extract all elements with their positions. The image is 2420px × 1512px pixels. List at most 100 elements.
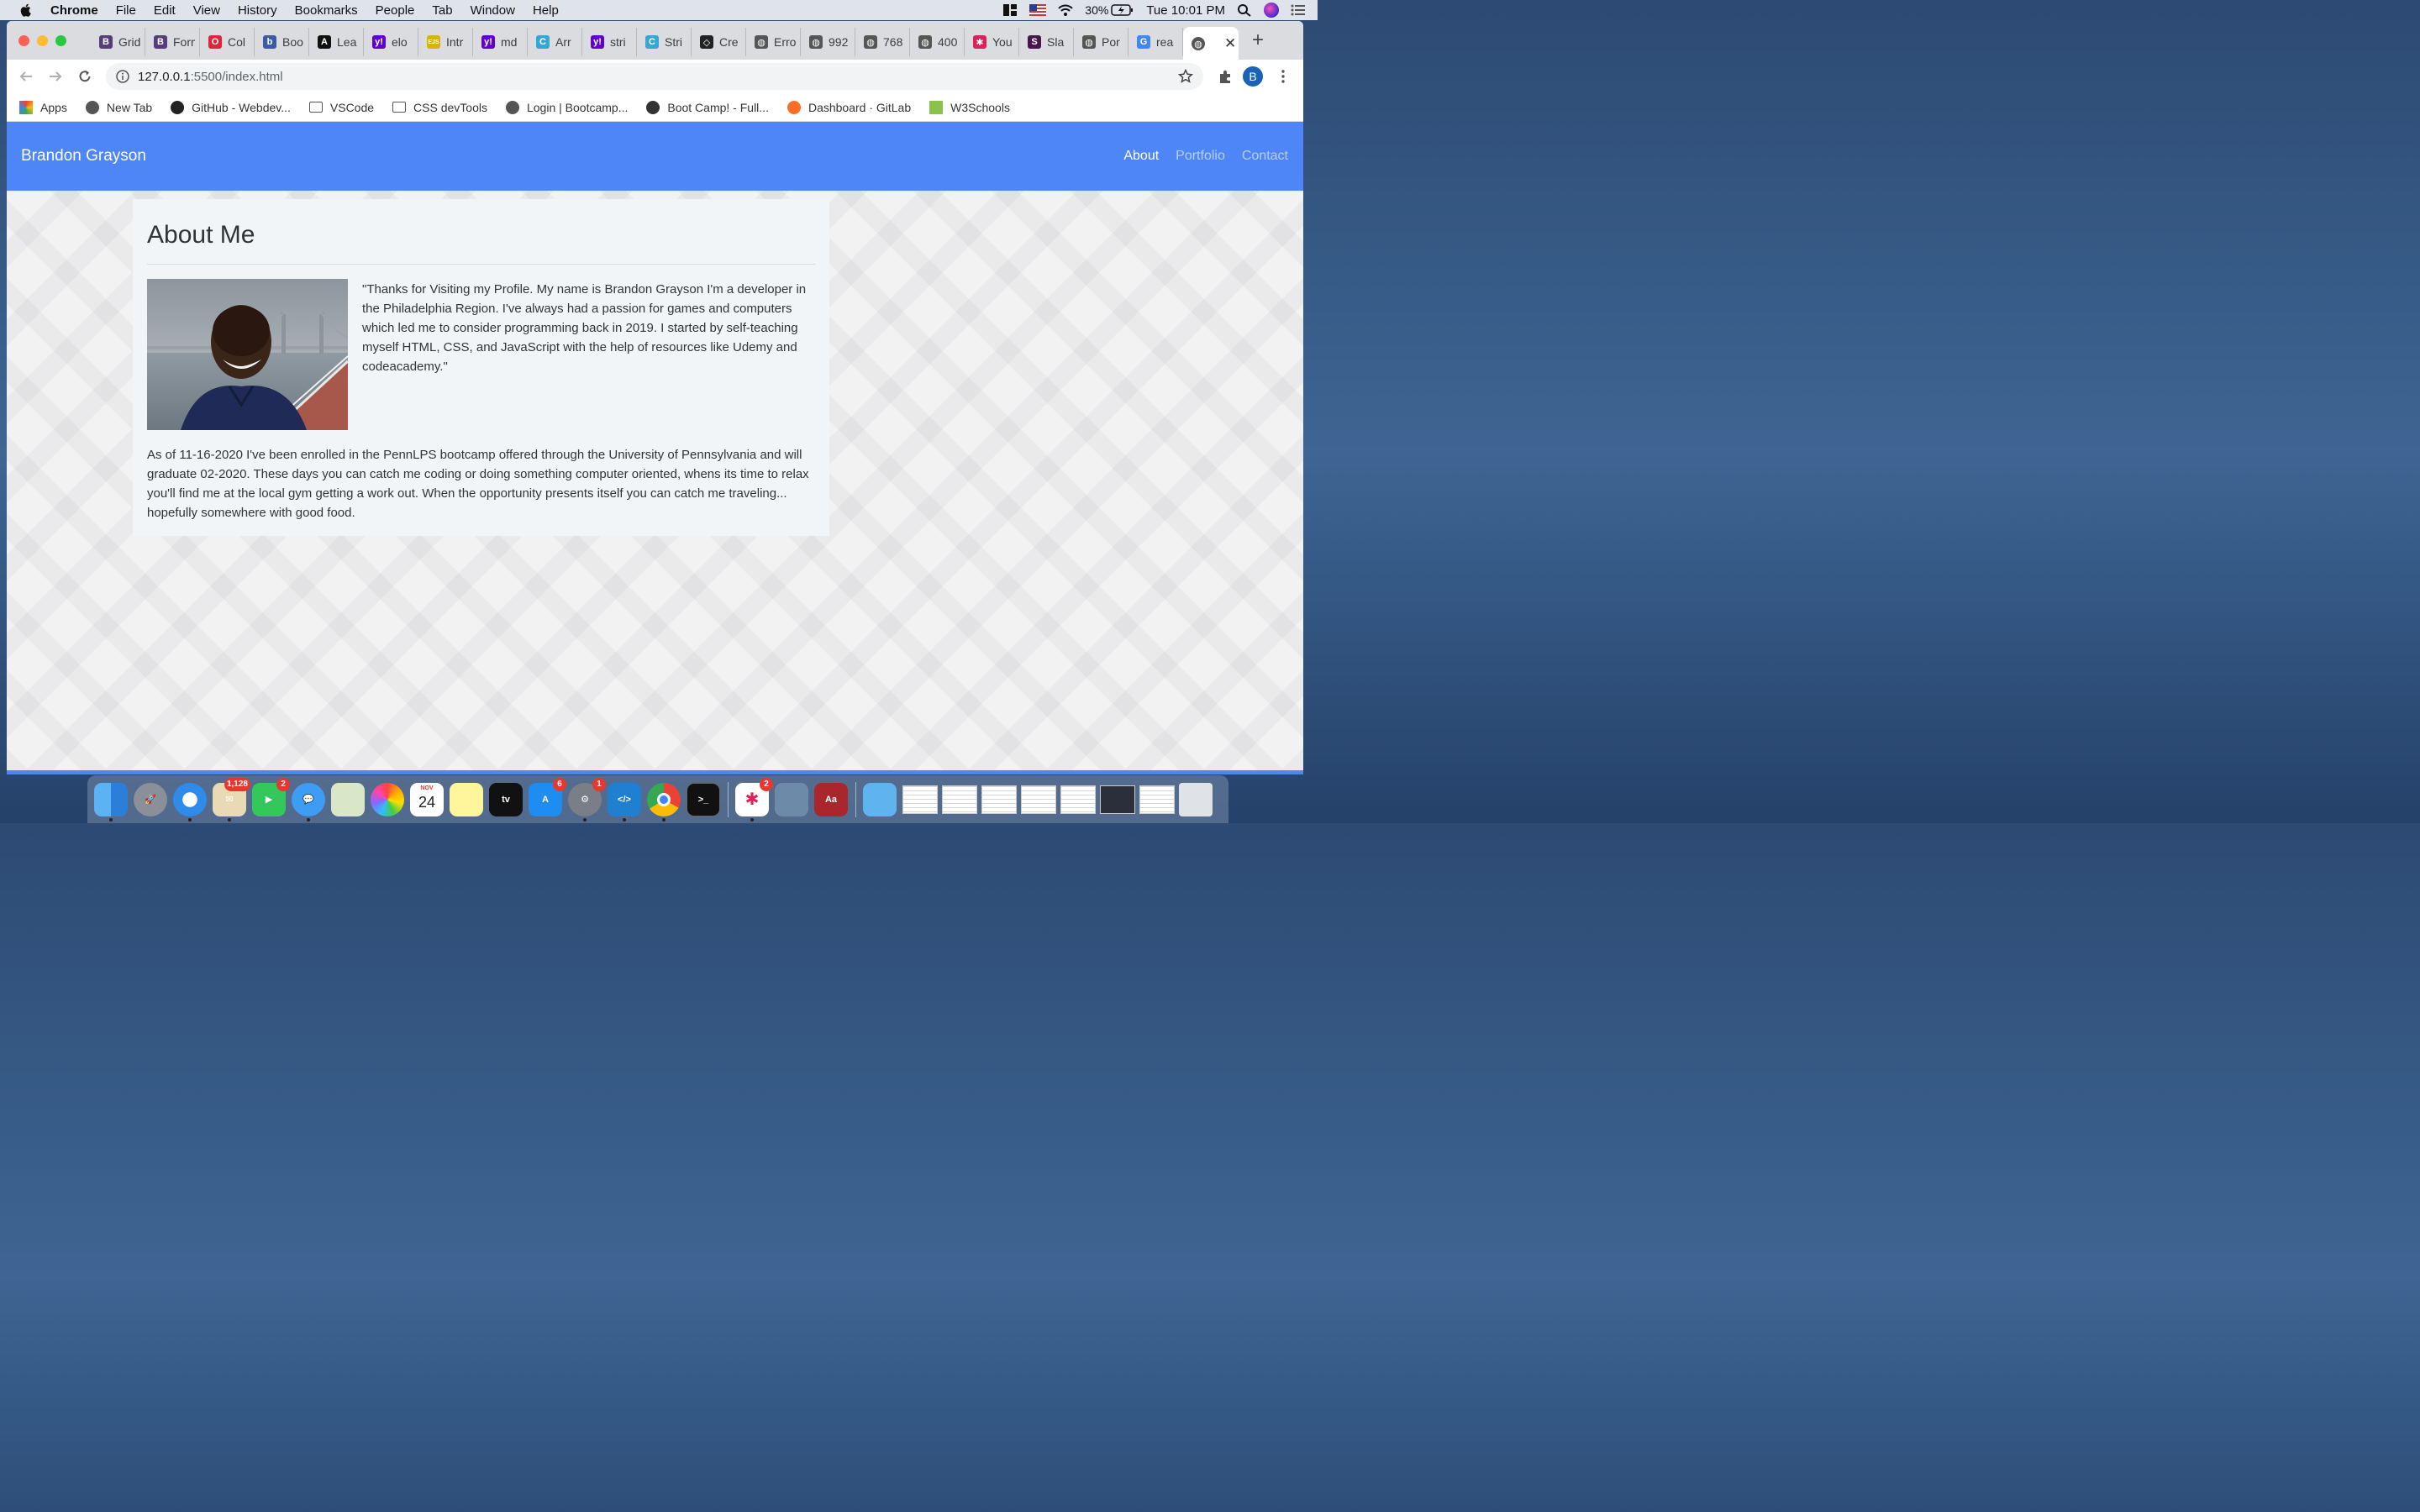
tab-5[interactable]: y! elo [364, 28, 418, 56]
tab-10[interactable]: C Stri [637, 28, 692, 56]
extensions-puzzle-icon[interactable] [1218, 69, 1233, 84]
bookmark-0[interactable]: Apps [19, 100, 67, 114]
window-close-button[interactable] [18, 34, 29, 46]
new-tab-button[interactable]: + [1252, 29, 1264, 52]
siri-icon[interactable] [1264, 3, 1279, 18]
battery-status[interactable]: 30% [1085, 3, 1134, 17]
menu-history[interactable]: History [238, 3, 277, 18]
site-brand[interactable]: Brandon Grayson [21, 147, 146, 165]
notification-center-icon[interactable] [1291, 3, 1306, 17]
menu-bookmarks[interactable]: Bookmarks [295, 3, 358, 18]
window-layout-icon[interactable] [1002, 3, 1018, 17]
tab-active[interactable]: ◍ ✕ [1183, 27, 1239, 60]
tab-2[interactable]: O Col [200, 28, 255, 56]
recent-document-thumb[interactable] [902, 785, 938, 814]
about-card: About Me "Thanks for Visiting my Profile… [133, 199, 829, 536]
nav-link-about[interactable]: About [1123, 149, 1159, 164]
bookmark-4[interactable]: CSS devTools [392, 101, 487, 114]
tab-6[interactable]: EJS Intr [418, 28, 473, 56]
close-icon[interactable]: ✕ [1224, 35, 1236, 52]
back-button[interactable] [16, 66, 36, 87]
intro-paragraph: "Thanks for Visiting my Profile. My name… [362, 282, 807, 374]
bookmark-8[interactable]: W3Schools [929, 100, 1010, 114]
recent-document-thumb[interactable] [1100, 785, 1135, 814]
menu-edit[interactable]: Edit [154, 3, 176, 18]
nav-link-portfolio[interactable]: Portfolio [1176, 149, 1225, 164]
safari-icon[interactable] [173, 782, 207, 822]
terminal-icon[interactable]: >_ [687, 782, 720, 816]
tab-14[interactable]: ◍ 768 [855, 28, 910, 56]
launchpad-icon[interactable]: 🚀 [134, 782, 167, 816]
apple-logo-icon[interactable] [18, 3, 34, 18]
url-text[interactable]: 127.0.0.1:5500/index.html [138, 70, 283, 84]
recent-document-thumb[interactable] [1060, 785, 1096, 814]
tab-8[interactable]: C Arr [528, 28, 582, 56]
info-icon[interactable] [116, 70, 129, 83]
menu-tab[interactable]: Tab [432, 3, 452, 18]
tab-17[interactable]: S Sla [1019, 28, 1074, 56]
tab-9[interactable]: y! stri [582, 28, 637, 56]
bookmark-7[interactable]: Dashboard · GitLab [786, 100, 911, 114]
profile-avatar[interactable]: B [1243, 66, 1263, 87]
chrome-icon[interactable] [647, 782, 681, 822]
maps-icon[interactable] [331, 782, 365, 816]
tab-12[interactable]: ◍ Erro [746, 28, 801, 56]
bookmark-5[interactable]: Login | Bootcamp... [505, 100, 628, 114]
downloads-folder-icon[interactable] [863, 782, 897, 816]
bookmark-2[interactable]: GitHub - Webdev... [171, 100, 291, 114]
recent-document-thumb[interactable] [1139, 785, 1175, 814]
yahoo-icon: y! [591, 35, 604, 49]
menu-help[interactable]: Help [533, 3, 559, 18]
more-menu-icon[interactable] [1276, 69, 1291, 84]
apple-tv-icon[interactable]: tv [489, 782, 523, 816]
dictionary-icon[interactable]: Aa [814, 782, 848, 816]
yahoo-icon: y! [481, 35, 495, 49]
menu-app-chrome[interactable]: Chrome [50, 3, 98, 18]
tab-13[interactable]: ◍ 992 [801, 28, 855, 56]
app-store-icon[interactable]: A6 [529, 777, 566, 816]
us-flag-input-icon[interactable] [1029, 4, 1047, 16]
bookmark-6[interactable]: Boot Camp! - Full... [646, 100, 769, 114]
finder-icon[interactable] [94, 782, 128, 822]
menu-clock[interactable]: Tue 10:01 PM [1146, 3, 1225, 18]
tab-18[interactable]: ◍ Por [1074, 28, 1128, 56]
tab-1[interactable]: B Forms [145, 28, 200, 56]
menu-file[interactable]: File [116, 3, 136, 18]
messages-icon[interactable]: 💬 [292, 782, 325, 822]
window-minimize-button[interactable] [37, 34, 48, 46]
photos-icon[interactable] [371, 782, 404, 816]
tab-11[interactable]: ◇ Cre [692, 28, 746, 56]
trash-icon[interactable] [1179, 782, 1213, 816]
calendar-icon[interactable]: NOV 24 [410, 782, 444, 816]
recent-document-thumb[interactable] [942, 785, 977, 814]
forward-button[interactable] [45, 66, 66, 87]
menu-people[interactable]: People [376, 3, 415, 18]
facetime-icon[interactable]: ▶ 2 [252, 777, 290, 816]
bookmark-1[interactable]: New Tab [85, 100, 152, 114]
menu-window[interactable]: Window [471, 3, 515, 18]
slack-icon[interactable]: ✱ 2 [735, 777, 773, 822]
window-zoom-button[interactable] [55, 34, 66, 46]
reload-button[interactable] [75, 66, 95, 87]
preview-icon[interactable] [775, 782, 808, 816]
tab-7[interactable]: y! md [473, 28, 528, 56]
menu-view[interactable]: View [193, 3, 220, 18]
tab-19[interactable]: Grea [1128, 28, 1183, 56]
tab-3[interactable]: b Boo [255, 28, 309, 56]
recent-document-thumb[interactable] [1021, 785, 1056, 814]
tab-15[interactable]: ◍ 400 [910, 28, 965, 56]
mail-icon[interactable]: ✉ 1,128 [213, 777, 250, 822]
bookmark-3[interactable]: VSCode [308, 101, 374, 114]
address-bar[interactable]: 127.0.0.1:5500/index.html [106, 63, 1203, 90]
spotlight-search-icon[interactable] [1237, 3, 1252, 17]
tab-0[interactable]: B Grid [91, 28, 145, 56]
notes-icon[interactable] [450, 782, 483, 816]
tab-16[interactable]: ✱ You [965, 28, 1019, 56]
recent-document-thumb[interactable] [981, 785, 1017, 814]
vscode-icon[interactable]: </> [608, 782, 641, 822]
tab-4[interactable]: A Lea [309, 28, 364, 56]
wifi-icon[interactable] [1058, 3, 1074, 17]
nav-link-contact[interactable]: Contact [1242, 149, 1288, 164]
bookmark-star-icon[interactable] [1178, 69, 1193, 84]
system-preferences-icon[interactable]: ⚙ 1 [568, 777, 606, 822]
